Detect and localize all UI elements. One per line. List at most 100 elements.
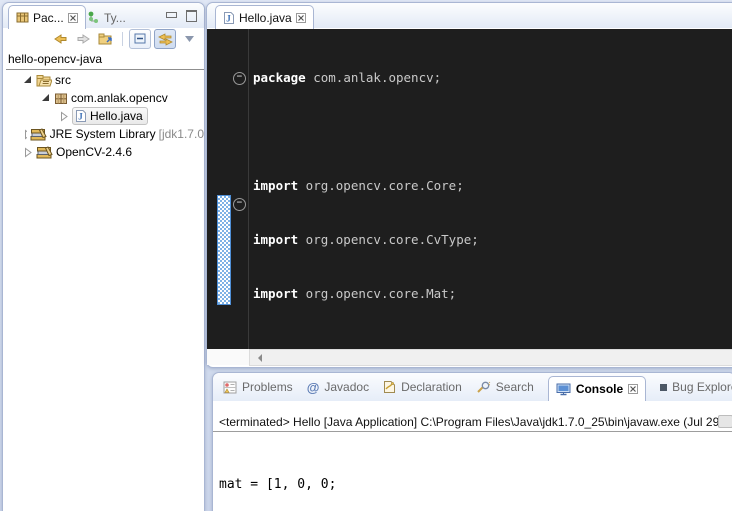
code-editor[interactable]: − − package com.anlak.opencv; import org…	[207, 29, 732, 349]
maximize-icon[interactable]	[186, 10, 197, 22]
project-root-label[interactable]: hello-opencv-java	[6, 52, 204, 67]
tab-label: Pac...	[33, 11, 64, 25]
tree-item-label: JRE System Library	[50, 127, 156, 141]
console-title: <terminated> Hello [Java Application] C:…	[213, 415, 732, 432]
package-explorer-tree: hello-opencv-java src com.anlak.opencv	[3, 50, 204, 161]
editor-panel: J Hello.java − − package com.anlak.openc…	[206, 2, 732, 368]
package-icon	[54, 92, 68, 105]
chevron-down-icon	[184, 35, 195, 43]
tab-declaration[interactable]: Declaration	[383, 380, 462, 394]
bug-explorer-icon	[660, 384, 667, 391]
tab-bug-explorer[interactable]: Bug Explorer	[660, 380, 732, 394]
tree-item-label: Hello.java	[90, 109, 143, 123]
tree-item-detail: [jdk1.7.0	[159, 127, 204, 141]
forward-icon	[76, 32, 91, 46]
code-token: org.opencv.core.CvType;	[298, 232, 479, 247]
minimize-icon[interactable]	[166, 12, 177, 18]
tab-label: Ty...	[104, 11, 126, 25]
tree-item-hello-java[interactable]: J Hello.java	[6, 107, 204, 125]
tree-item-label: src	[55, 73, 71, 87]
back-icon	[53, 32, 68, 46]
selected-item-highlight: J Hello.java	[72, 107, 148, 125]
fold-collapse-icon[interactable]: −	[233, 72, 246, 85]
code-token: org.opencv.core.Core;	[298, 178, 464, 193]
library-icon	[30, 128, 47, 141]
library-icon	[36, 146, 53, 159]
tab-type-hierarchy[interactable]: Ty...	[81, 7, 133, 28]
problems-icon	[223, 381, 237, 394]
code-token: package	[253, 70, 306, 85]
tree-item-src[interactable]: src	[6, 71, 204, 89]
tab-package-explorer[interactable]: Pac...	[8, 5, 86, 29]
range-indicator	[217, 195, 231, 305]
package-explorer-toolbar	[3, 28, 204, 50]
collapsed-arrow-icon[interactable]	[59, 111, 69, 122]
bottom-tabbar: Problems @ Javadoc Declaration Search	[213, 373, 732, 401]
tree-item-label: OpenCV-2.4.6	[56, 145, 132, 159]
tab-label: Problems	[242, 380, 293, 394]
code-line: import org.opencv.core.Core;	[249, 177, 732, 195]
code-token: org.opencv.core.Mat;	[298, 286, 456, 301]
link-with-editor-icon	[158, 33, 173, 46]
link-with-editor-button[interactable]	[154, 29, 176, 49]
scroll-left-icon[interactable]	[254, 354, 262, 362]
tab-label: Bug Explorer	[672, 380, 732, 394]
tab-label: Javadoc	[324, 380, 369, 394]
eclipse-workbench: Pac... Ty...	[0, 0, 732, 511]
tree-item-label: com.anlak.opencv	[71, 91, 168, 105]
back-button[interactable]	[50, 30, 70, 48]
tab-console[interactable]: Console	[548, 376, 646, 401]
console-icon	[556, 383, 571, 396]
tab-label: Hello.java	[239, 11, 292, 25]
svg-text:J: J	[78, 112, 83, 122]
go-up-folder-icon	[98, 32, 114, 46]
tab-search[interactable]: Search	[476, 380, 534, 394]
tab-label: Search	[496, 380, 534, 394]
close-icon[interactable]	[68, 13, 78, 23]
javadoc-icon: @	[307, 380, 320, 395]
toolbar-separator	[122, 32, 123, 46]
console-toolbar-fragment[interactable]	[718, 415, 732, 428]
view-menu-button[interactable]	[179, 30, 199, 48]
code-line: import org.opencv.core.Mat;	[249, 285, 732, 303]
package-explorer-panel: Pac... Ty...	[2, 2, 205, 511]
code-line	[249, 123, 732, 141]
tree-item-package[interactable]: com.anlak.opencv	[6, 89, 204, 107]
code-line: import org.opencv.core.CvType;	[249, 231, 732, 249]
close-icon[interactable]	[628, 384, 638, 394]
tab-problems[interactable]: Problems	[223, 380, 293, 394]
tab-hello-java[interactable]: J Hello.java	[215, 5, 314, 29]
source-folder-icon	[36, 74, 52, 87]
console-panel: Problems @ Javadoc Declaration Search	[212, 372, 732, 511]
fold-collapse-icon[interactable]: −	[233, 198, 246, 211]
console-output[interactable]: mat = [1, 0, 0; 0, 1, 0; 0, 0, 1]	[219, 437, 732, 511]
collapse-all-icon	[134, 33, 147, 45]
collapse-all-button[interactable]	[129, 29, 151, 49]
tree-item-opencv-library[interactable]: OpenCV-2.4.6	[6, 143, 204, 161]
tab-label: Declaration	[401, 380, 462, 394]
type-hierarchy-icon	[88, 11, 100, 24]
svg-text:J: J	[226, 13, 231, 23]
tree-divider	[6, 69, 204, 70]
close-icon[interactable]	[296, 13, 306, 23]
go-up-button[interactable]	[96, 30, 116, 48]
expanded-arrow-icon[interactable]	[41, 93, 51, 103]
java-file-icon: J	[223, 11, 235, 25]
code-token: import	[253, 232, 298, 247]
collapsed-arrow-icon[interactable]	[23, 129, 27, 140]
code-token: import	[253, 178, 298, 193]
forward-button[interactable]	[73, 30, 93, 48]
expanded-arrow-icon[interactable]	[23, 75, 33, 85]
code-line: package com.anlak.opencv;	[249, 69, 732, 87]
code-token: import	[253, 286, 298, 301]
tree-item-jre-library[interactable]: JRE System Library [jdk1.7.0	[6, 125, 204, 143]
horizontal-scrollbar[interactable]	[249, 349, 732, 366]
declaration-icon	[383, 380, 396, 394]
view-window-buttons	[166, 10, 197, 22]
package-explorer-icon	[16, 11, 29, 24]
collapsed-arrow-icon[interactable]	[23, 147, 33, 158]
java-file-icon: J	[75, 109, 87, 123]
tab-javadoc[interactable]: @ Javadoc	[307, 380, 369, 395]
editor-corner	[207, 349, 249, 365]
search-icon	[476, 381, 491, 394]
